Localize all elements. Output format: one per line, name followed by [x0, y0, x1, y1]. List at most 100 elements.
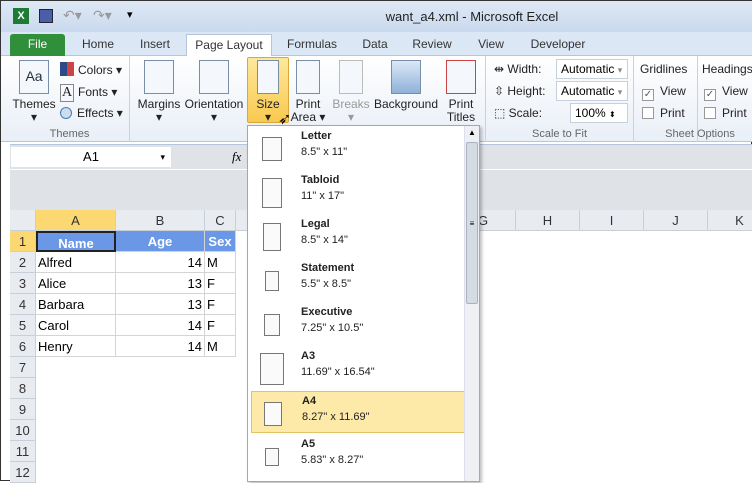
page-icon — [264, 402, 282, 426]
themes-label: Themes — [12, 97, 56, 111]
size-icon — [257, 60, 279, 94]
breaks-button[interactable]: Breaks ▾ — [330, 58, 372, 124]
themes-group: Aa Themes ▾ Colors ▾ A Fonts ▾ Effects ▾ Th… — [10, 56, 130, 142]
background-button[interactable]: Background — [373, 58, 439, 111]
orientation-button[interactable]: Orientation ▾ — [183, 58, 245, 124]
tab-developer[interactable]: Developer — [525, 34, 591, 56]
tab-data[interactable]: Data — [353, 34, 397, 56]
headings-print-checkbox[interactable]: Print — [704, 106, 747, 120]
orientation-label: Orientation — [184, 97, 244, 111]
checkbox-unchecked[interactable] — [642, 107, 654, 119]
tab-file[interactable]: File — [10, 34, 65, 56]
fonts-label: Fonts — [78, 85, 109, 99]
print-area-icon — [296, 60, 320, 94]
size-option-a5[interactable]: A5 5.83" x 8.27" — [251, 435, 465, 477]
menu-scrollbar[interactable]: ▲ ≡ — [464, 126, 479, 481]
column-header-c[interactable]: C — [205, 210, 236, 231]
column-header-k[interactable]: K — [708, 210, 752, 231]
themes-button[interactable]: Aa Themes ▾ — [12, 58, 56, 124]
table-cell[interactable]: F — [205, 315, 236, 336]
fonts-button[interactable]: A Fonts ▾ — [60, 84, 117, 102]
margins-label: Margins — [137, 97, 181, 111]
row-header[interactable]: 9 — [10, 399, 36, 420]
height-select[interactable]: Automatic ▾ — [556, 81, 628, 101]
gridlines-print-label: Print — [660, 106, 685, 120]
table-cell[interactable]: Carol — [36, 315, 116, 336]
column-header-a[interactable]: A — [36, 210, 116, 231]
tab-review[interactable]: Review — [407, 34, 457, 56]
ribbon-tabs: File Home Insert Page Layout Formulas Da… — [1, 32, 752, 57]
scroll-up-icon[interactable]: ▲ — [466, 128, 478, 140]
table-cell[interactable]: Alice — [36, 273, 116, 294]
table-cell[interactable]: M — [205, 336, 236, 357]
size-option-legal[interactable]: Legal 8.5" x 14" — [251, 215, 465, 257]
height-text: Height: — [507, 84, 546, 98]
table-cell[interactable]: 13 — [116, 294, 205, 315]
header-cell[interactable]: Sex — [205, 231, 236, 252]
print-area-button[interactable]: Print Area ▾ — [290, 58, 326, 124]
table-cell[interactable]: Barbara — [36, 294, 116, 315]
column-header-h[interactable]: H — [516, 210, 580, 231]
row-header[interactable]: 1 — [10, 231, 36, 252]
headings-view-checkbox[interactable]: ✓ View — [704, 84, 748, 101]
table-cell[interactable]: F — [205, 273, 236, 294]
effects-button[interactable]: Effects ▾ — [60, 106, 123, 120]
size-option-statement[interactable]: Statement 5.5" x 8.5" — [251, 259, 465, 301]
tab-insert[interactable]: Insert — [131, 34, 179, 56]
header-cell[interactable]: Name — [36, 231, 116, 252]
table-cell[interactable]: 14 — [116, 315, 205, 336]
table-cell[interactable]: 14 — [116, 336, 205, 357]
column-header-j[interactable]: J — [644, 210, 708, 231]
checkbox-checked[interactable]: ✓ — [704, 89, 716, 101]
size-option-name: Statement — [301, 262, 355, 274]
gridlines-print-checkbox[interactable]: Print — [642, 106, 685, 120]
table-cell[interactable]: 13 — [116, 273, 205, 294]
fx-icon[interactable]: fx — [232, 149, 241, 165]
row-header[interactable]: 10 — [10, 420, 36, 441]
row-header[interactable]: 12 — [10, 462, 36, 483]
tab-formulas[interactable]: Formulas — [281, 34, 343, 56]
page-icon — [263, 223, 281, 251]
print-titles-button[interactable]: Print Titles — [441, 58, 481, 124]
tab-page-layout[interactable]: Page Layout — [186, 34, 272, 57]
row-header[interactable]: 6 — [10, 336, 36, 357]
size-option-a3[interactable]: A3 11.69" x 16.54" — [251, 347, 465, 389]
row-header[interactable]: 11 — [10, 441, 36, 462]
select-all-corner[interactable] — [10, 210, 36, 231]
row-header[interactable]: 3 — [10, 273, 36, 294]
tab-view[interactable]: View — [469, 34, 513, 56]
scrollbar-thumb[interactable]: ≡ — [466, 142, 478, 304]
name-box[interactable]: A1 ▾ — [11, 147, 171, 167]
header-cell[interactable]: Age — [116, 231, 205, 252]
size-option-letter[interactable]: Letter 8.5" x 11" — [251, 127, 465, 169]
row-header[interactable]: 8 — [10, 378, 36, 399]
colors-button[interactable]: Colors ▾ — [60, 62, 122, 77]
window-title: want_a4.xml - Microsoft Excel — [385, 9, 559, 24]
scale-text: Scale: — [508, 106, 543, 120]
size-option-name: A4 — [302, 395, 317, 407]
table-cell[interactable]: 14 — [116, 252, 205, 273]
row-header[interactable]: 5 — [10, 315, 36, 336]
column-header-i[interactable]: I — [580, 210, 644, 231]
size-option-name: Legal — [301, 218, 330, 230]
print-titles-label2: Titles — [446, 110, 476, 124]
size-option-tabloid[interactable]: Tabloid 11" x 17" — [251, 171, 465, 213]
width-select[interactable]: Automatic ▾ — [556, 59, 628, 79]
table-cell[interactable]: Henry — [36, 336, 116, 357]
row-header[interactable]: 2 — [10, 252, 36, 273]
size-option-a4[interactable]: A4 8.27" x 11.69" — [251, 391, 465, 433]
row-header[interactable]: 7 — [10, 357, 36, 378]
margins-button[interactable]: Margins ▾ — [135, 58, 183, 124]
page-icon — [260, 353, 284, 385]
row-header[interactable]: 4 — [10, 294, 36, 315]
checkbox-unchecked[interactable] — [704, 107, 716, 119]
size-option-executive[interactable]: Executive 7.25" x 10.5" — [251, 303, 465, 345]
table-cell[interactable]: Alfred — [36, 252, 116, 273]
checkbox-checked[interactable]: ✓ — [642, 89, 654, 101]
tab-home[interactable]: Home — [75, 34, 121, 56]
scale-spinner[interactable]: 100% ⬍ — [570, 103, 628, 123]
gridlines-view-checkbox[interactable]: ✓ View — [642, 84, 686, 101]
column-header-b[interactable]: B — [116, 210, 205, 231]
table-cell[interactable]: F — [205, 294, 236, 315]
table-cell[interactable]: M — [205, 252, 236, 273]
